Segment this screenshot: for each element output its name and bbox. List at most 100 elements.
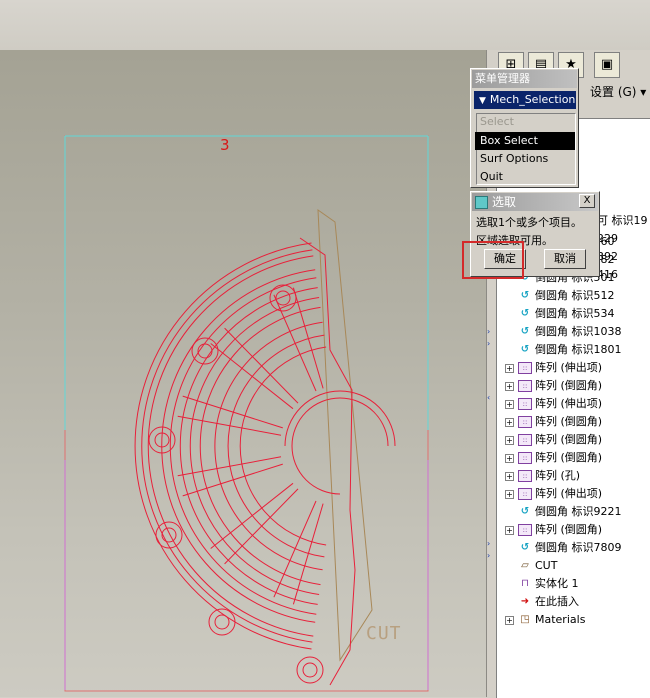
tree-item[interactable]: ↺ 倒圆角 标识7809	[505, 539, 622, 557]
expand-icon[interactable]: +	[505, 435, 514, 445]
sash-arrow-icon: ›	[487, 327, 491, 336]
select-dialog-title: 选取	[492, 195, 517, 209]
tree-item-label: 倒圆角 标识512	[535, 289, 615, 302]
expand-icon[interactable]: +	[505, 489, 514, 499]
expand-icon[interactable]: +	[505, 381, 514, 391]
mech-selection-label: Mech_Selection (	[489, 93, 576, 106]
pattern-icon: ::	[518, 362, 532, 374]
tree-item-label: 倒圆角 标识9221	[535, 505, 622, 518]
top-bar	[0, 0, 650, 50]
tree-partial-row: 416	[597, 268, 618, 281]
expand-icon[interactable]: +	[505, 615, 514, 625]
highlight-frame	[462, 241, 524, 279]
tree-item-label: 倒圆角 标识1038	[535, 325, 622, 338]
bolt-hole	[161, 527, 177, 543]
tree-item[interactable]: +:: 阵列 (伸出项)	[505, 485, 602, 503]
spoke-line	[177, 456, 282, 477]
menu-item-quit[interactable]: Quit	[475, 168, 575, 186]
tree-item-label: 阵列 (倒圆角)	[535, 379, 603, 392]
menu-item-select[interactable]: Select	[475, 113, 575, 131]
spoke-line	[224, 488, 299, 565]
spoke-line	[182, 395, 283, 429]
pattern-icon: ::	[518, 416, 532, 428]
cut-plane-label: CUT	[366, 623, 402, 644]
expand-icon[interactable]: +	[505, 471, 514, 481]
cut-plane-icon: ▱	[521, 560, 529, 571]
tree-item[interactable]: ↺ 倒圆角 标识1038	[505, 323, 622, 341]
sash-arrow-icon: ‹	[487, 393, 491, 402]
tree-item[interactable]: + ◳ Materials	[505, 611, 585, 629]
triangle-down-icon: ▼	[479, 96, 486, 106]
pattern-icon: ::	[518, 470, 532, 482]
bolt-hole	[155, 521, 183, 549]
tree-item-label: 倒圆角 标识534	[535, 307, 615, 320]
tree-item[interactable]: +:: 阵列 (伸出项)	[505, 359, 602, 377]
tree-item-label: 阵列 (伸出项)	[535, 361, 603, 374]
tree-item[interactable]: ▱ CUT	[505, 557, 557, 575]
tree-item[interactable]: +:: 阵列 (倒圆角)	[505, 521, 602, 539]
tree-item[interactable]: ↺ 倒圆角 标识1801	[505, 341, 622, 359]
wheel-ring-arc	[189, 297, 320, 595]
view-frame	[64, 135, 429, 692]
round-icon: ↺	[520, 542, 530, 553]
hub-arc	[291, 445, 341, 495]
expand-icon[interactable]: +	[505, 363, 514, 373]
tree-item-label: 阵列 (倒圆角)	[535, 451, 603, 464]
tree-partial-row: 229	[597, 232, 618, 245]
tree-item-label: 阵列 (伸出项)	[535, 397, 603, 410]
favorites-icon[interactable]: ▣	[594, 52, 620, 78]
bolt-hole	[197, 343, 213, 359]
wheel-ring-arc	[169, 277, 317, 615]
tree-item[interactable]: ↺ 倒圆角 标识512	[505, 287, 615, 305]
expand-icon[interactable]: +	[505, 453, 514, 463]
tree-item[interactable]: +:: 阵列 (孔)	[505, 467, 580, 485]
pattern-icon: ::	[518, 398, 532, 410]
mech-selection-header[interactable]: ▼ Mech_Selection (	[474, 91, 576, 109]
tree-item[interactable]: ↺ 倒圆角 标识534	[505, 305, 615, 323]
hub-arc	[291, 397, 389, 447]
pattern-icon: ::	[518, 434, 532, 446]
insert-here-icon: ➜	[520, 596, 530, 607]
tree-partial-row: 可 标识19	[597, 214, 648, 227]
round-icon: ↺	[520, 344, 530, 355]
tree-item-label: 阵列 (倒圆角)	[535, 523, 603, 536]
graphics-viewport[interactable]: 3 CUT	[0, 50, 486, 697]
dialog-icon	[475, 196, 488, 209]
tree-item[interactable]: +:: 阵列 (倒圆角)	[505, 377, 602, 395]
spoke-line	[177, 415, 282, 436]
tree-item[interactable]: ⊓ 实体化 1	[505, 575, 579, 593]
tree-item-label: Materials	[535, 613, 586, 626]
menu-item-box-select[interactable]: Box Select	[475, 132, 575, 150]
tree-item-label: CUT	[535, 559, 558, 572]
pattern-icon: ::	[518, 524, 532, 536]
tree-item[interactable]: ↺ 倒圆角 标识9221	[505, 503, 622, 521]
menu-manager-title: 菜单管理器	[472, 70, 577, 88]
tree-item-label: 阵列 (伸出项)	[535, 487, 603, 500]
close-icon[interactable]: X	[579, 194, 595, 208]
wheel-model-wireframe	[64, 135, 429, 692]
tree-item-label: 阵列 (孔)	[535, 469, 581, 482]
round-icon: ↺	[520, 308, 530, 319]
sash-arrow-icon: ›	[487, 551, 491, 560]
round-icon: ↺	[520, 506, 530, 517]
tree-item[interactable]: ➜ 在此插入	[505, 593, 579, 611]
solidify-icon: ⊓	[521, 578, 529, 589]
menu-manager: 菜单管理器 ▼ Mech_Selection ( Select Box Selec…	[470, 68, 579, 188]
tree-item[interactable]: +:: 阵列 (伸出项)	[505, 395, 602, 413]
view-number: 3	[220, 136, 230, 154]
materials-icon: ◳	[520, 614, 530, 625]
cancel-button[interactable]: 取消	[544, 249, 586, 269]
dialog-message-line1: 选取1个或多个项目。	[476, 216, 582, 229]
expand-icon[interactable]: +	[505, 525, 514, 535]
menu-item-surf-options[interactable]: Surf Options	[475, 150, 575, 168]
settings-dropdown[interactable]: 设置 (G) ▾	[590, 83, 646, 100]
expand-icon[interactable]: +	[505, 417, 514, 427]
tree-item-label: 倒圆角 标识7809	[535, 541, 622, 554]
tree-item-label: 阵列 (倒圆角)	[535, 433, 603, 446]
tree-item-label: 实体化 1	[535, 577, 579, 590]
tree-item[interactable]: +:: 阵列 (倒圆角)	[505, 413, 602, 431]
tree-item[interactable]: +:: 阵列 (倒圆角)	[505, 431, 602, 449]
expand-icon[interactable]: +	[505, 399, 514, 409]
tree-item[interactable]: +:: 阵列 (倒圆角)	[505, 449, 602, 467]
sash-arrow-icon: ›	[487, 339, 491, 348]
